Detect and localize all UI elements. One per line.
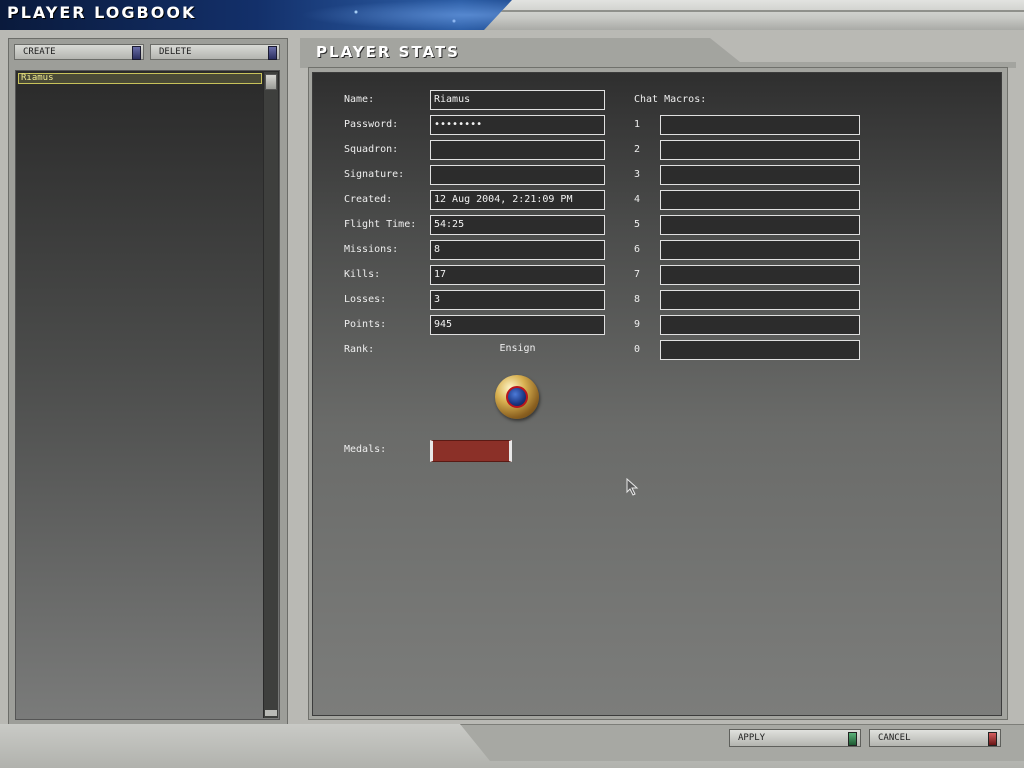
signature-label: Signature:	[344, 169, 405, 180]
scroll-thumb[interactable]	[265, 74, 277, 90]
macro-field-0[interactable]	[660, 340, 860, 360]
macro-number-6: 6	[634, 244, 641, 255]
macro-field-5[interactable]	[660, 215, 860, 235]
points-label: Points:	[344, 319, 387, 330]
squadron-field[interactable]	[430, 140, 605, 160]
delete-indicator-icon	[268, 46, 277, 60]
medal-ribbon[interactable]	[430, 440, 512, 462]
medals-label: Medals:	[344, 444, 387, 455]
arrow-cursor-icon	[626, 478, 639, 496]
create-button-label: CREATE	[23, 47, 56, 57]
macro-number-1: 1	[634, 119, 641, 130]
losses-label: Losses:	[344, 294, 387, 305]
macro-field-2[interactable]	[660, 140, 860, 160]
macro-field-9[interactable]	[660, 315, 860, 335]
macro-number-8: 8	[634, 294, 641, 305]
player-list-item[interactable]: Riamus	[18, 73, 262, 84]
macro-number-3: 3	[634, 169, 641, 180]
flight-time-field: 54:25	[430, 215, 605, 235]
apply-button-label: APPLY	[738, 733, 766, 743]
delete-button[interactable]: DELETE	[150, 44, 280, 60]
panel-title: PLAYER STATS	[316, 43, 460, 61]
name-label: Name:	[344, 94, 375, 105]
macro-field-7[interactable]	[660, 265, 860, 285]
header-steel-plate	[484, 0, 1024, 30]
missions-field: 8	[430, 240, 605, 260]
macro-field-1[interactable]	[660, 115, 860, 135]
name-field[interactable]: Riamus	[430, 90, 605, 110]
scroll-end-cap	[265, 710, 277, 716]
cancel-button-label: CANCEL	[878, 733, 911, 743]
rank-value: Ensign	[499, 343, 536, 354]
create-indicator-icon	[132, 46, 141, 60]
macro-number-0: 0	[634, 344, 641, 355]
stats-panel	[312, 72, 1002, 716]
kills-label: Kills:	[344, 269, 381, 280]
create-button[interactable]: CREATE	[14, 44, 144, 60]
created-field: 12 Aug 2004, 2:21:09 PM	[430, 190, 605, 210]
rank-label: Rank:	[344, 344, 375, 355]
created-label: Created:	[344, 194, 393, 205]
macro-number-5: 5	[634, 219, 641, 230]
password-label: Password:	[344, 119, 399, 130]
macro-number-4: 4	[634, 194, 641, 205]
delete-button-label: DELETE	[159, 47, 192, 57]
app-title: PLAYER LOGBOOK	[7, 3, 197, 22]
macro-field-4[interactable]	[660, 190, 860, 210]
macro-field-6[interactable]	[660, 240, 860, 260]
password-field[interactable]: ••••••••	[430, 115, 605, 135]
cancel-button[interactable]: CANCEL	[869, 729, 1001, 747]
signature-field[interactable]	[430, 165, 605, 185]
player-list-scrollbar[interactable]	[263, 72, 278, 718]
losses-field: 3	[430, 290, 605, 310]
missions-label: Missions:	[344, 244, 399, 255]
macro-number-2: 2	[634, 144, 641, 155]
flight-time-label: Flight Time:	[344, 219, 417, 230]
kills-field: 17	[430, 265, 605, 285]
points-field: 945	[430, 315, 605, 335]
squadron-label: Squadron:	[344, 144, 399, 155]
apply-button[interactable]: APPLY	[729, 729, 861, 747]
macro-field-3[interactable]	[660, 165, 860, 185]
title-bar: PLAYER LOGBOOK	[0, 0, 1024, 30]
macro-number-9: 9	[634, 319, 641, 330]
apply-indicator-icon	[848, 732, 857, 746]
chat-macros-label: Chat Macros:	[634, 94, 707, 105]
player-list[interactable]: Riamus	[15, 70, 280, 720]
macro-number-7: 7	[634, 269, 641, 280]
cancel-indicator-icon	[988, 732, 997, 746]
rank-insignia-icon	[495, 375, 539, 419]
macro-field-8[interactable]	[660, 290, 860, 310]
